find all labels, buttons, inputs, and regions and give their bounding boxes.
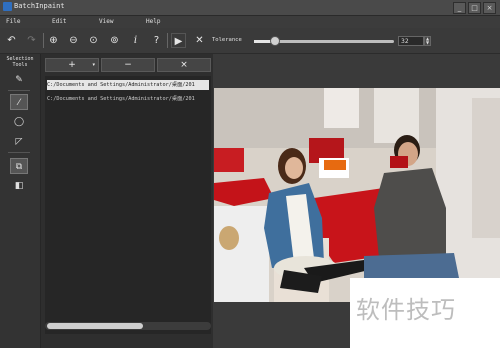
dropdown-arrow-icon: ▾ [92, 62, 95, 68]
info-icon[interactable]: i [128, 33, 143, 48]
zoom-in-icon[interactable]: ⊕ [46, 33, 61, 48]
menu-bar: File Edit View Help [0, 16, 500, 28]
file-list-item[interactable]: C:/Documents and Settings/Administrator/… [47, 80, 209, 90]
zoom-out-icon[interactable]: ⊖ [66, 33, 81, 48]
window-controls: _ □ × [453, 2, 496, 14]
redo-icon[interactable]: ↷ [24, 33, 39, 48]
tool-separator [8, 152, 30, 153]
file-list-panel: + ▾ − × C:/Documents and Settings/Admini… [41, 54, 213, 348]
stop-icon[interactable]: ✕ [192, 33, 207, 48]
minimize-button[interactable]: _ [453, 2, 466, 14]
menu-edit[interactable]: Edit [52, 18, 66, 25]
clear-list-button[interactable]: × [157, 58, 211, 72]
remove-file-button[interactable]: − [101, 58, 155, 72]
zoom-fit-icon[interactable]: ⊙ [86, 33, 101, 48]
selection-tools-title: Selection Tools [0, 56, 40, 68]
photo-preview[interactable] [214, 88, 500, 302]
run-icon[interactable]: ▶ [171, 33, 186, 48]
polygon-lasso-tool-icon[interactable]: ◸ [10, 134, 28, 150]
tolerance-label: Tolerance [212, 37, 242, 43]
photo-image [214, 88, 500, 302]
scrollbar-thumb[interactable] [47, 323, 143, 329]
window-title: BatchInpaint [14, 2, 65, 10]
tolerance-slider-handle[interactable] [269, 36, 280, 46]
lasso-tool-icon[interactable]: ◯ [10, 114, 28, 130]
marker-tool-icon[interactable]: ✎ [10, 72, 28, 88]
tolerance-slider[interactable] [254, 36, 394, 46]
title-bar: BatchInpaint _ □ × [0, 0, 500, 16]
selection-tools-panel: Selection Tools ✎ ⁄ ◯ ◸ ⧉ ◧ [0, 54, 41, 348]
toolbar-separator [167, 33, 168, 48]
toolbar: ↶ ↷ ⊕ ⊖ ⊙ ⊚ i ? ▶ ✕ Tolerance 32 ▲ ▼ [0, 29, 500, 54]
menu-help[interactable]: Help [146, 18, 160, 25]
tool-separator [8, 90, 30, 91]
file-list: C:/Documents and Settings/Administrator/… [45, 76, 211, 334]
file-list-item[interactable]: C:/Documents and Settings/Administrator/… [47, 94, 209, 104]
spin-arrows-icon[interactable]: ▲ ▼ [424, 36, 431, 46]
maximize-button[interactable]: □ [468, 2, 481, 14]
add-selection-mode-icon[interactable]: ⧉ [10, 158, 28, 174]
add-files-label: + [68, 60, 76, 70]
app-icon [3, 2, 12, 11]
close-window-button[interactable]: × [483, 2, 496, 14]
watermark-text: 软件技巧 [356, 296, 456, 324]
horizontal-scrollbar[interactable] [45, 322, 211, 330]
zoom-actual-icon[interactable]: ⊚ [107, 33, 122, 48]
magic-wand-tool-icon[interactable]: ⁄ [10, 94, 28, 110]
subtract-selection-mode-icon[interactable]: ◧ [10, 178, 28, 194]
help-icon[interactable]: ? [149, 33, 164, 48]
toolbar-separator [43, 33, 44, 48]
add-files-button[interactable]: + ▾ [45, 58, 99, 72]
menu-file[interactable]: File [6, 18, 20, 25]
undo-icon[interactable]: ↶ [4, 33, 19, 48]
tolerance-spinbox[interactable]: 32 [398, 36, 424, 46]
menu-view[interactable]: View [99, 18, 113, 25]
selection-tools-title-line2: Tools [12, 62, 28, 68]
